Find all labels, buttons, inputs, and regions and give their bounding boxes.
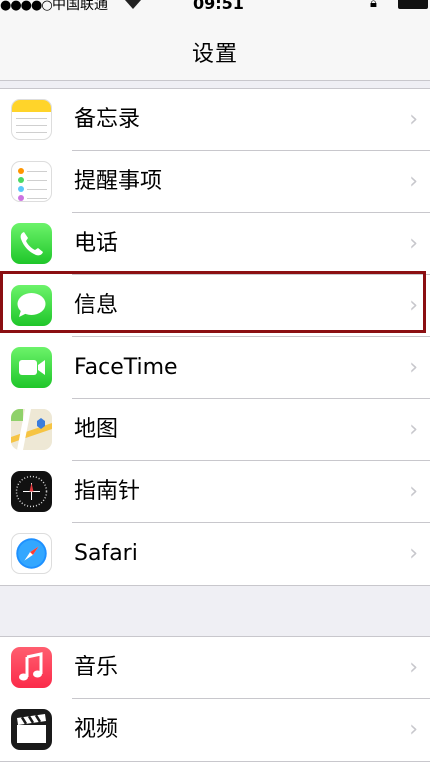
settings-row-safari[interactable]: Safari › xyxy=(0,523,430,585)
chevron-right-icon: › xyxy=(409,479,418,504)
settings-row-compass[interactable]: 指南针 › xyxy=(0,461,430,523)
settings-row-videos[interactable]: 视频 › xyxy=(0,699,430,761)
carrier-name: 中国联通 xyxy=(52,0,108,13)
chevron-right-icon: › xyxy=(409,107,418,132)
settings-row-notes[interactable]: 备忘录 › xyxy=(0,89,430,151)
compass-icon xyxy=(11,471,52,512)
row-label: 备忘录 xyxy=(74,107,141,132)
row-label: 音乐 xyxy=(74,655,119,680)
row-label: 地图 xyxy=(74,417,119,442)
settings-row-music[interactable]: 音乐 › xyxy=(0,637,430,699)
facetime-icon xyxy=(11,347,52,388)
chevron-right-icon: › xyxy=(409,655,418,680)
settings-row-maps[interactable]: 地图 › xyxy=(0,399,430,461)
chevron-right-icon: › xyxy=(409,355,418,380)
battery-icon xyxy=(398,0,428,9)
status-bar: ●●●●○ 中国联通 09:51 🔒︎ xyxy=(0,0,430,16)
messages-icon xyxy=(11,285,52,326)
chevron-right-icon: › xyxy=(409,231,418,256)
chevron-right-icon: › xyxy=(409,417,418,442)
rotation-lock-icon: 🔒︎ xyxy=(370,0,377,11)
reminders-icon xyxy=(11,161,52,202)
settings-group-apps: 备忘录 › 提醒事项 › 电话 › 信息 › FaceTime › 地图 › 指… xyxy=(0,88,430,586)
settings-row-facetime[interactable]: FaceTime › xyxy=(0,337,430,399)
phone-icon xyxy=(11,223,52,264)
settings-row-phone[interactable]: 电话 › xyxy=(0,213,430,275)
chevron-right-icon: › xyxy=(409,169,418,194)
row-label: 视频 xyxy=(74,717,119,742)
settings-row-messages[interactable]: 信息 › xyxy=(0,275,430,337)
signal-strength-icon: ●●●●○ xyxy=(0,0,53,13)
notes-icon xyxy=(11,99,52,140)
settings-group-media: 音乐 › 视频 › xyxy=(0,636,430,762)
settings-row-reminders[interactable]: 提醒事项 › xyxy=(0,151,430,213)
safari-icon xyxy=(11,533,52,574)
music-icon xyxy=(11,647,52,688)
chevron-right-icon: › xyxy=(409,541,418,566)
status-time: 09:51 xyxy=(193,0,244,13)
navigation-bar: 设置 xyxy=(0,16,430,81)
maps-icon xyxy=(11,409,52,450)
row-label: FaceTime xyxy=(74,355,178,380)
row-label: 提醒事项 xyxy=(74,169,163,194)
row-label: Safari xyxy=(74,541,138,566)
chevron-right-icon: › xyxy=(409,717,418,742)
row-label: 信息 xyxy=(74,293,119,318)
row-label: 电话 xyxy=(74,231,119,256)
page-title: 设置 xyxy=(191,42,238,67)
row-label: 指南针 xyxy=(74,479,141,504)
videos-icon xyxy=(11,709,52,750)
chevron-right-icon: › xyxy=(409,293,418,318)
wifi-icon xyxy=(124,0,142,13)
